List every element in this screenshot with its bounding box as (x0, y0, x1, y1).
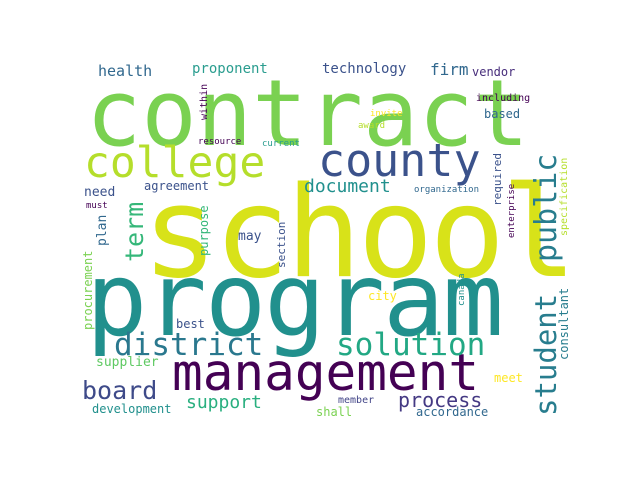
word-best: best (176, 317, 205, 331)
word-must: must (86, 201, 108, 211)
word-need: need (84, 185, 116, 200)
word-meet: meet (494, 371, 523, 385)
word-plan: plan (95, 214, 110, 246)
word-proponent: proponent (192, 61, 268, 77)
word-city: city (368, 289, 397, 303)
word-section: section (275, 221, 288, 268)
word-accordance: accordance (416, 405, 489, 419)
word-current: current (262, 139, 300, 149)
word-invite: invite (370, 109, 403, 119)
word-cloud-figure: contract school program management colle… (0, 0, 640, 480)
word-based: based (484, 107, 521, 121)
word-cloud: contract school program management colle… (80, 58, 580, 428)
word-award: award (358, 121, 386, 131)
word-term: term (120, 201, 149, 262)
word-supplier: supplier (96, 355, 159, 370)
word-resource: resource (198, 137, 242, 147)
word-enterprise: enterprise (507, 183, 517, 238)
word-public: public (529, 153, 564, 262)
word-purpose: purpose (197, 205, 211, 256)
word-organization: organization (414, 185, 480, 195)
word-agreement: agreement (144, 179, 210, 193)
word-board: board (82, 376, 158, 405)
word-technology: technology (322, 61, 407, 77)
word-firm: firm (430, 60, 469, 79)
word-required: required (491, 153, 504, 206)
word-procurement: procurement (81, 250, 95, 330)
word-vendor: vendor (472, 65, 516, 79)
word-health: health (98, 62, 153, 80)
word-support: support (186, 392, 262, 413)
word-including: including (476, 93, 531, 104)
word-within: within (199, 83, 210, 120)
word-may: may (238, 229, 262, 244)
word-specification: specification (559, 157, 570, 236)
word-consultant: consultant (557, 287, 571, 360)
word-document: document (304, 176, 391, 197)
word-shall: shall (316, 405, 353, 419)
word-solution: solution (336, 327, 486, 363)
word-canada: canada (457, 273, 467, 306)
word-development: development (92, 402, 172, 416)
